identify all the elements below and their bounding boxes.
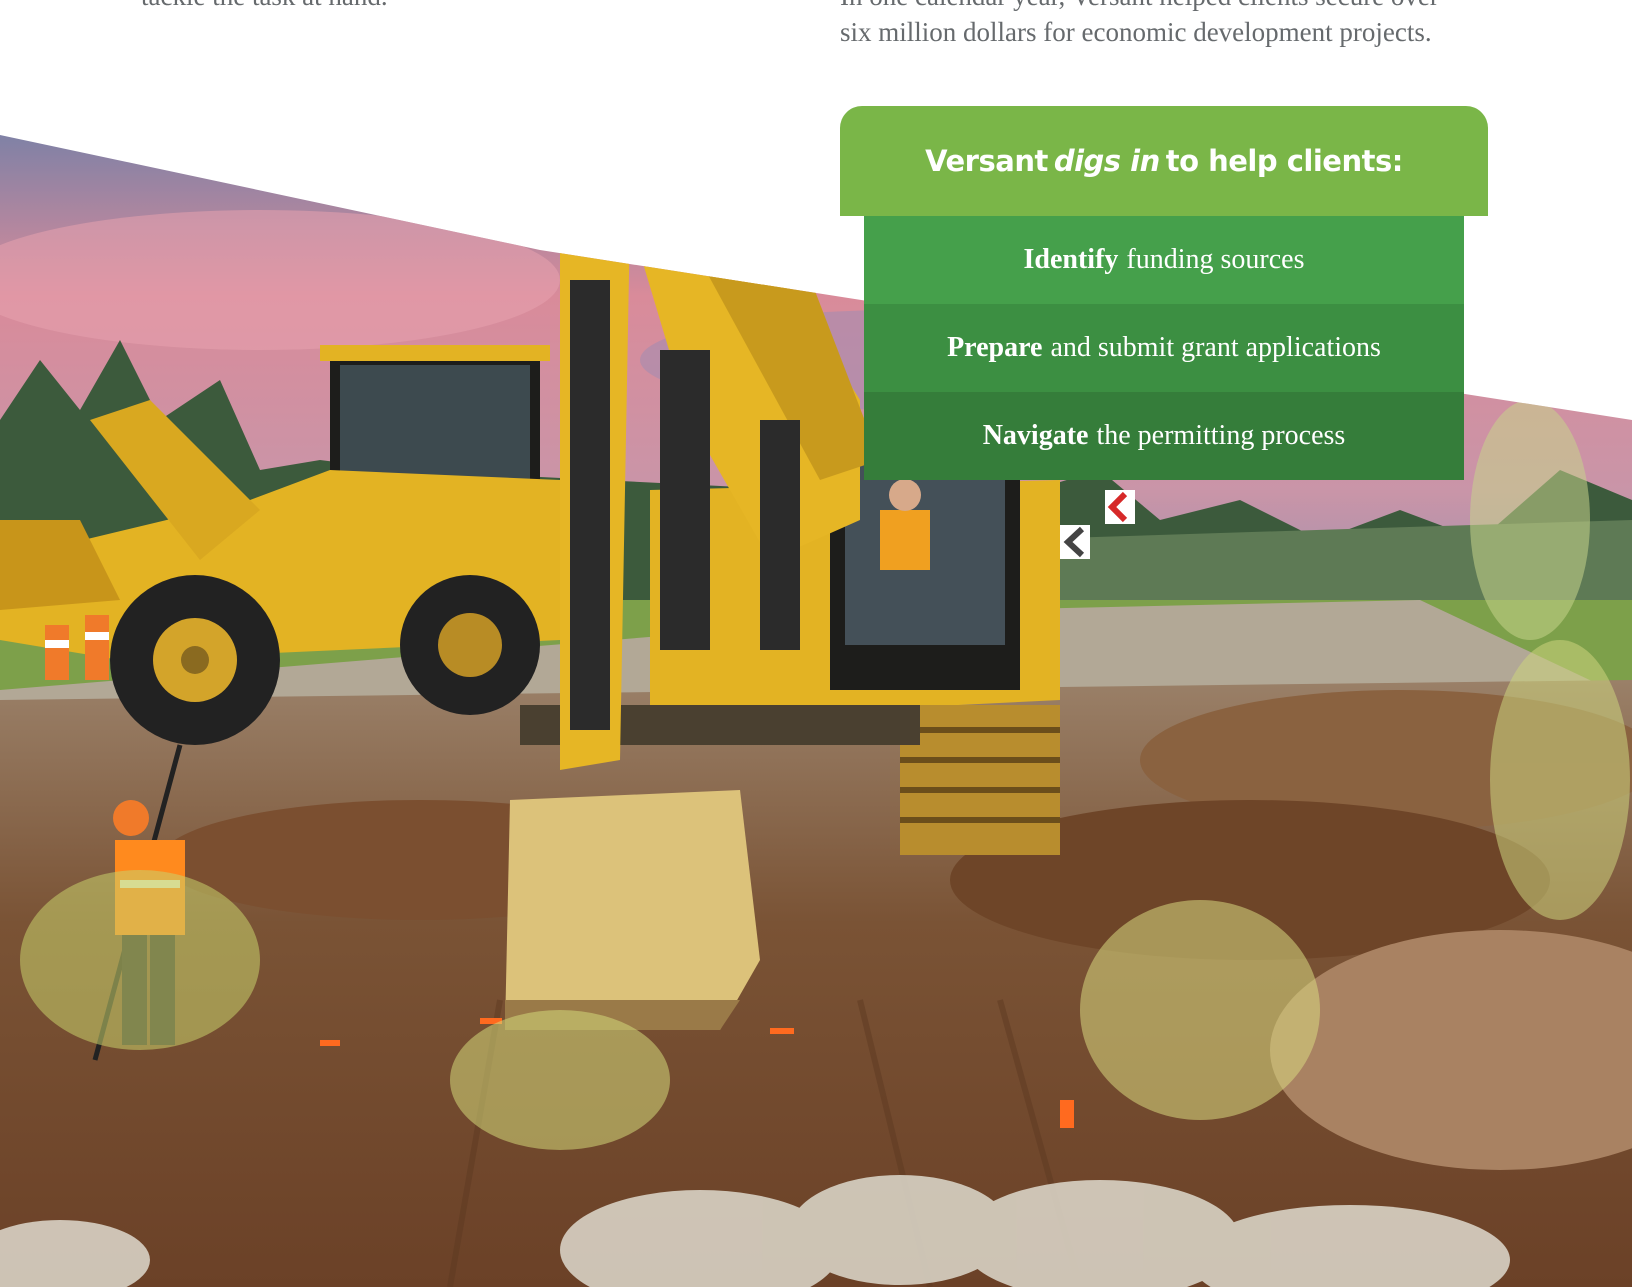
callout-item-text: funding sources xyxy=(1126,244,1305,275)
callout-title-emphasis: digs in xyxy=(1053,144,1160,178)
callout-list: Identify funding sources Prepare and sub… xyxy=(864,216,1464,480)
callout-title: Versant digs in to help clients: xyxy=(840,106,1488,216)
callout-item: Navigate the permitting process xyxy=(864,392,1464,480)
callout-item-bold: Identify xyxy=(1023,244,1119,275)
intro-text-left: tackle the task at hand. xyxy=(141,0,388,14)
callout-item-bold: Navigate xyxy=(982,420,1089,451)
callout-item-bold: Prepare xyxy=(947,332,1043,363)
callout-item-text: and submit grant applications xyxy=(1050,332,1381,363)
callout-item: Prepare and submit grant applications xyxy=(864,304,1464,392)
callout-item-text: the permitting process xyxy=(1096,420,1346,451)
intro-right-line-2: six million dollars for economic develop… xyxy=(840,17,1432,47)
callout-title-pre: Versant xyxy=(925,144,1048,178)
intro-right-line-1: In one calendar year, Versant helped cli… xyxy=(840,0,1500,14)
intro-text-right: In one calendar year, Versant helped cli… xyxy=(840,0,1500,50)
intro-left-fragment: tackle the task at hand. xyxy=(141,0,388,11)
callout-title-post: to help clients: xyxy=(1165,144,1404,178)
callout-item: Identify funding sources xyxy=(864,216,1464,304)
